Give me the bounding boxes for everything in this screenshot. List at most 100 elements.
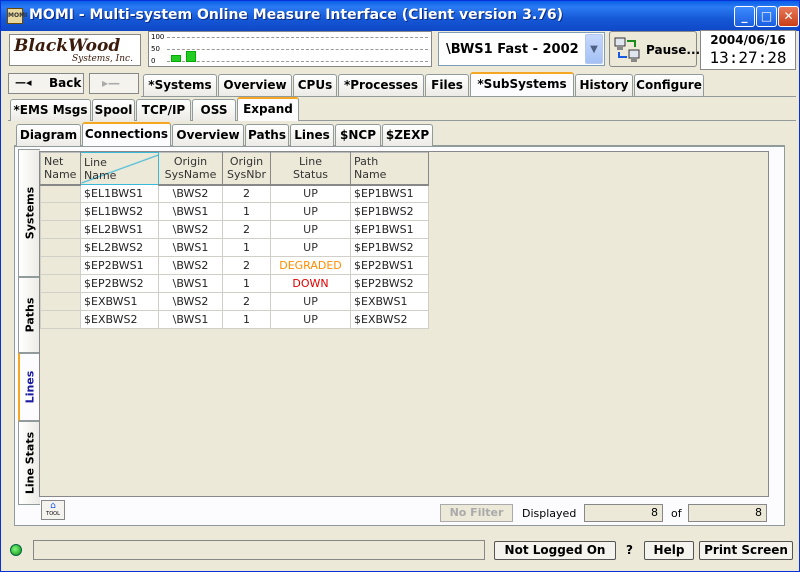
- expand-tab-zexp[interactable]: $ZEXP: [382, 124, 433, 146]
- vertical-scrollbar[interactable]: [758, 152, 768, 496]
- tab-cpus[interactable]: CPUs: [293, 74, 337, 96]
- tab-history[interactable]: History: [575, 74, 633, 96]
- cell-net-name: [40, 310, 81, 329]
- clock: 2004/06/16 13:27:28: [700, 30, 796, 70]
- cell-path-name: $EP1BWS1: [350, 220, 429, 239]
- column-header-text: Origin: [229, 155, 264, 169]
- cell-line-status: UP: [270, 292, 351, 311]
- login-button[interactable]: Not Logged On: [494, 541, 616, 560]
- graph-bar: [171, 55, 181, 62]
- cell-line-name: $EXBWS1: [80, 292, 159, 311]
- pause-button[interactable]: Pause...: [609, 31, 700, 67]
- tab-processes[interactable]: *Processes: [338, 74, 424, 96]
- minimize-button[interactable]: _: [734, 6, 755, 27]
- side-tab-systems[interactable]: Systems: [18, 149, 40, 277]
- tab-systems[interactable]: *Systems: [143, 74, 217, 96]
- total-count: 8: [688, 504, 767, 522]
- help-button[interactable]: Help: [644, 541, 694, 560]
- cell-origin-sysname: \BWS1: [158, 310, 223, 329]
- column-header-origin-sysname[interactable]: Origin SysName: [158, 152, 223, 186]
- cell-origin-sysname: \BWS1: [158, 202, 223, 221]
- tab-overview[interactable]: Overview: [218, 74, 292, 96]
- column-header-text: Name: [84, 168, 117, 182]
- maximize-button[interactable]: □: [756, 6, 777, 27]
- table-row[interactable]: $EL1BWS1 \BWS2 2 UP $EP1BWS1: [40, 184, 429, 203]
- cell-line-name: $EL2BWS2: [80, 238, 159, 257]
- side-tab-line-stats[interactable]: Line Stats: [18, 421, 40, 505]
- cell-origin-sysnbr: 2: [222, 256, 271, 275]
- cell-line-name: $EXBWS2: [80, 310, 159, 329]
- system-select-value: \BWS1 Fast - 2002: [446, 42, 579, 57]
- graph-axis-label: 0: [151, 57, 156, 65]
- logo-line2: Systems, Inc.: [72, 54, 133, 64]
- expand-tab-lines[interactable]: Lines: [290, 124, 334, 146]
- subtab-expand[interactable]: Expand: [237, 97, 299, 121]
- subtab-tcp-ip[interactable]: TCP/IP: [136, 99, 191, 121]
- cell-path-name: $EP2BWS2: [350, 274, 429, 293]
- side-tab-label: Paths: [23, 297, 36, 333]
- back-button[interactable]: —◂ Back: [8, 73, 84, 94]
- tab-files[interactable]: Files: [425, 74, 469, 96]
- subtab-oss[interactable]: OSS: [192, 99, 236, 121]
- print-screen-button[interactable]: Print Screen: [699, 541, 793, 560]
- graph-axis-label: 50: [151, 45, 160, 53]
- table-row[interactable]: $EP2BWS1 \BWS2 2 DEGRADED $EP2BWS1: [40, 256, 429, 275]
- chevron-down-icon[interactable]: ▼: [585, 34, 603, 64]
- table-row[interactable]: $EL1BWS2 \BWS1 1 UP $EP1BWS2: [40, 202, 429, 221]
- forward-button[interactable]: ▸—: [89, 73, 139, 94]
- column-header-line-name[interactable]: Line Name: [80, 152, 159, 185]
- cell-origin-sysname: \BWS2: [158, 220, 223, 239]
- cell-path-name: $EXBWS2: [350, 310, 429, 329]
- close-button[interactable]: ✕: [778, 6, 799, 27]
- system-select[interactable]: \BWS1 Fast - 2002 ▼: [438, 32, 605, 66]
- column-header-origin-sysnbr[interactable]: Origin SysNbr: [222, 152, 271, 186]
- cell-line-status: DOWN: [270, 274, 351, 293]
- displayed-count: 8: [584, 504, 663, 522]
- column-header-text: Path: [354, 155, 379, 169]
- expand-tab-diagram[interactable]: Diagram: [16, 124, 81, 146]
- status-message-field: [33, 540, 485, 560]
- table-row[interactable]: $EXBWS1 \BWS2 2 UP $EXBWS1: [40, 292, 429, 311]
- title-bar[interactable]: MOMI MOMI - Multi-system Online Measure …: [1, 1, 799, 31]
- cell-origin-sysname: \BWS1: [158, 274, 223, 293]
- app-icon: MOMI: [7, 8, 27, 24]
- expand-tab-paths[interactable]: Paths: [245, 124, 289, 146]
- table-row[interactable]: $EL2BWS1 \BWS2 2 UP $EP1BWS1: [40, 220, 429, 239]
- tab-configure[interactable]: Configure: [634, 74, 704, 96]
- tool-button[interactable]: ⌂ TOOL: [41, 500, 65, 520]
- side-tab-paths[interactable]: Paths: [18, 277, 40, 353]
- connection-status-icon: [10, 544, 22, 556]
- back-arrow-icon: —◂: [15, 76, 32, 89]
- column-header-net-name[interactable]: Net Name: [40, 152, 81, 186]
- cpu-busy-graph: 100 50 0: [148, 31, 432, 67]
- cell-net-name: [40, 256, 81, 275]
- question-mark[interactable]: ?: [626, 543, 633, 557]
- subtab-ems-msgs[interactable]: *EMS Msgs: [10, 99, 91, 121]
- expand-tab-ncp[interactable]: $NCP: [335, 124, 381, 146]
- column-header-path-name[interactable]: Path Name: [350, 152, 429, 186]
- column-header-text: Status: [292, 168, 329, 182]
- column-header-line-status[interactable]: Line Status: [270, 152, 351, 186]
- app-window: MOMI MOMI - Multi-system Online Measure …: [0, 0, 800, 572]
- subtab-spool[interactable]: Spool: [92, 99, 135, 121]
- expand-tab-overview[interactable]: Overview: [172, 124, 244, 146]
- side-tab-lines[interactable]: Lines: [18, 353, 40, 421]
- column-header-text: Line: [84, 155, 107, 169]
- graph-axis-label: 100: [151, 33, 165, 41]
- graph-gridline: [167, 37, 428, 38]
- connections-table[interactable]: Net Name Line Name Origin SysName Origin SysNbr…: [40, 152, 429, 329]
- cell-origin-sysname: \BWS2: [158, 292, 223, 311]
- table-row[interactable]: $EP2BWS2 \BWS1 1 DOWN $EP2BWS2: [40, 274, 429, 293]
- logo-line1: BlackWood: [14, 36, 121, 56]
- graph-gridline: [167, 49, 428, 50]
- cell-line-status: DEGRADED: [270, 256, 351, 275]
- no-filter-button[interactable]: No Filter: [440, 504, 513, 522]
- expand-tab-connections[interactable]: Connections: [82, 122, 171, 146]
- blackwood-logo: BlackWood Systems, Inc.: [9, 34, 141, 66]
- clock-date: 2004/06/16: [710, 33, 786, 47]
- cell-net-name: [40, 238, 81, 257]
- table-row[interactable]: $EL2BWS2 \BWS1 1 UP $EP1BWS2: [40, 238, 429, 257]
- graph-gridline: [167, 61, 428, 62]
- table-row[interactable]: $EXBWS2 \BWS1 1 UP $EXBWS2: [40, 310, 429, 329]
- tab-subsystems[interactable]: *SubSystems: [470, 72, 574, 96]
